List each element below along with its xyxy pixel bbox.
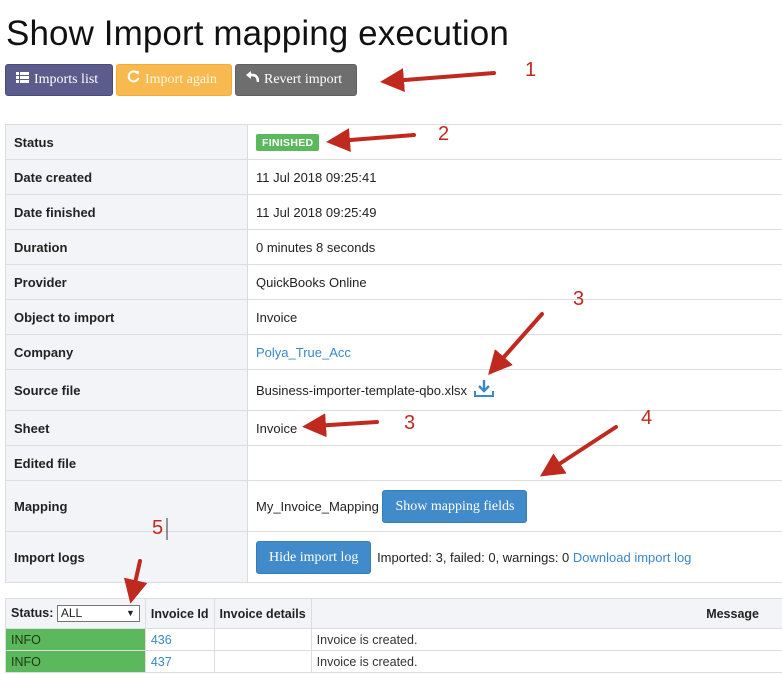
mapping-value: My_Invoice_Mapping [256,498,379,514]
provider-value: QuickBooks Online [247,264,782,300]
import-again-button[interactable]: Import again [116,64,232,96]
status-label: Status [5,124,248,160]
import-details-table: Status FINISHED Date created 11 Jul 2018… [5,124,782,583]
duration-label: Duration [5,229,248,265]
provider-label: Provider [5,264,248,300]
object-to-import-row: Object to import Invoice [5,299,782,335]
log-header-row: Status: ALL ▼ Invoice Id Invoice details… [5,598,782,629]
annotation-arrow [380,68,496,93]
source-file-row: Source file Business-importer-template-q… [5,369,782,411]
edited-file-value [247,445,782,481]
company-row: Company Polya_True_Acc [5,334,782,370]
download-import-log-link[interactable]: Download import log [573,550,692,565]
provider-row: Provider QuickBooks Online [5,264,782,300]
log-message: Invoice is created. [310,628,782,651]
duration-row: Duration 0 minutes 8 seconds [5,229,782,265]
log-message: Invoice is created. [310,650,782,673]
revert-import-button[interactable]: Revert import [235,64,357,96]
imports-list-button[interactable]: Imports list [5,64,113,96]
import-again-label: Import again [145,72,217,87]
import-logs-label: Import logs [5,531,248,583]
show-mapping-fields-button[interactable]: Show mapping fields [382,489,528,523]
list-icon [16,65,29,95]
invoice-id-link[interactable]: 437 [151,655,172,669]
log-row: INFO 437 Invoice is created. [5,650,782,673]
status-filter-select[interactable]: ALL ▼ [56,605,140,622]
undo-icon [246,65,260,95]
status-badge: FINISHED [256,133,320,151]
revert-import-label: Revert import [264,72,343,87]
status-column-header: Status: ALL ▼ [5,598,146,629]
invoice-details-cell [213,650,312,673]
date-finished-label: Date finished [5,194,248,230]
invoice-id-column-header: Invoice Id [144,598,215,629]
page-title: Show Import mapping execution [6,14,509,53]
sheet-value: Invoice [247,410,782,446]
dropdown-caret-icon: ▼ [125,608,135,618]
log-level: INFO [5,650,146,673]
imports-list-label: Imports list [34,72,99,87]
invoice-details-cell [213,628,312,651]
duration-value: 0 minutes 8 seconds [247,229,782,265]
sheet-label: Sheet [5,410,248,446]
source-file-label: Source file [5,369,248,411]
status-row: Status FINISHED [5,124,782,160]
edited-file-label: Edited file [5,445,248,481]
object-to-import-value: Invoice [247,299,782,335]
date-finished-row: Date finished 11 Jul 2018 09:25:49 [5,194,782,230]
object-to-import-label: Object to import [5,299,248,335]
date-finished-value: 11 Jul 2018 09:25:49 [247,194,782,230]
mapping-row: Mapping My_Invoice_Mapping Show mapping … [5,480,782,532]
mapping-label: Mapping [5,480,248,532]
company-link[interactable]: Polya_True_Acc [256,345,351,360]
log-row: INFO 436 Invoice is created. [5,628,782,651]
message-column-header: Message [310,598,782,629]
import-logs-row: Import logs Hide import log Imported: 3,… [5,531,782,583]
company-label: Company [5,334,248,370]
status-filter-value: ALL [60,606,83,620]
date-created-value: 11 Jul 2018 09:25:41 [247,159,782,195]
date-created-label: Date created [5,159,248,195]
refresh-icon [127,65,140,95]
status-filter-label: Status: [11,605,54,620]
invoice-details-column-header: Invoice details [213,598,312,629]
annotation-label: 1 [525,59,536,81]
edited-file-row: Edited file [5,445,782,481]
hide-import-log-button[interactable]: Hide import log [256,540,372,574]
date-created-row: Date created 11 Jul 2018 09:25:41 [5,159,782,195]
log-level: INFO [5,628,146,651]
download-icon[interactable] [473,380,494,400]
source-file-value: Business-importer-template-qbo.xlsx [256,383,467,398]
invoice-id-link[interactable]: 436 [151,633,172,647]
import-summary: Imported: 3, failed: 0, warnings: 0 [377,549,570,565]
sheet-row: Sheet Invoice [5,410,782,446]
import-log-table: Status: ALL ▼ Invoice Id Invoice details… [5,598,782,673]
